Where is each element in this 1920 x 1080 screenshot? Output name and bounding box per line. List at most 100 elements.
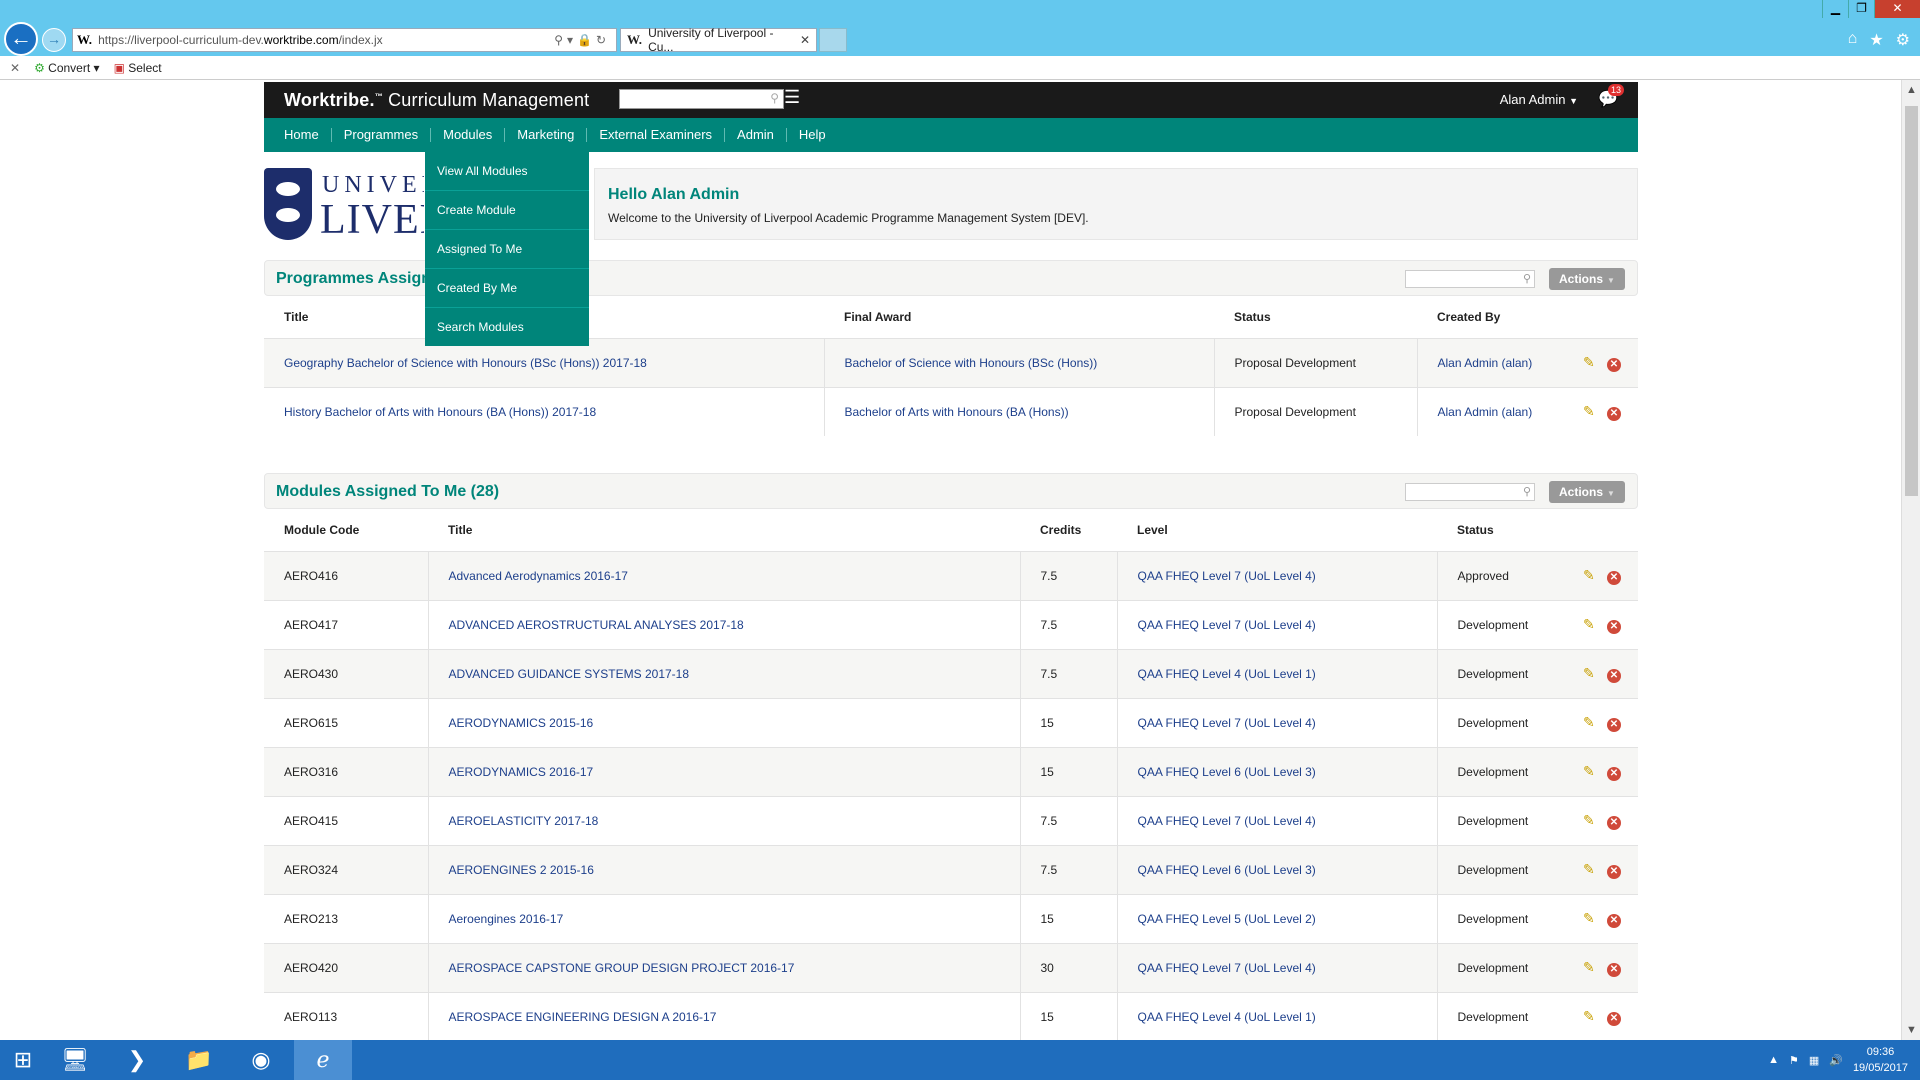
tray-expand-icon[interactable]: ▲ — [1768, 1054, 1779, 1066]
programmes-search-input[interactable]: ⚲ — [1405, 270, 1535, 288]
flag-icon[interactable]: ⚑ — [1789, 1054, 1799, 1067]
module-title-link[interactable]: AEROSPACE ENGINEERING DESIGN A 2016-17 — [428, 991, 1021, 1041]
col-created-by[interactable]: Created By — [1417, 296, 1577, 338]
level-link[interactable]: QAA FHEQ Level 7 (UoL Level 4) — [1117, 942, 1438, 992]
delete-icon[interactable]: ✕ — [1607, 815, 1621, 830]
created-by-link[interactable]: Alan Admin (alan) — [1417, 386, 1577, 436]
module-title-link[interactable]: AEROELASTICITY 2017-18 — [428, 795, 1021, 845]
global-search-input[interactable]: ⚲ — [619, 89, 784, 109]
nav-help[interactable]: Help — [787, 128, 838, 142]
page-scrollbar[interactable]: ▲ ▼ — [1901, 80, 1920, 1040]
programmes-actions-button[interactable]: Actions ▼ — [1549, 268, 1625, 290]
nav-marketing[interactable]: Marketing — [505, 128, 588, 142]
notifications-icon[interactable]: 💬 13 — [1598, 84, 1624, 109]
settings-gear-icon[interactable]: ⚙ — [1896, 30, 1910, 50]
volume-icon[interactable]: 🔊 — [1829, 1054, 1843, 1067]
nav-programmes[interactable]: Programmes — [332, 128, 432, 142]
address-tools-icon[interactable]: ⚲▾🔒↻ — [554, 33, 616, 47]
final-award-link[interactable]: Bachelor of Arts with Honours (BA (Hons)… — [824, 386, 1215, 436]
col-credits[interactable]: Credits — [1020, 509, 1117, 551]
nav-external-examiners[interactable]: External Examiners — [587, 128, 726, 142]
final-award-link[interactable]: Bachelor of Science with Honours (BSc (H… — [824, 337, 1215, 387]
back-arrow-icon[interactable]: ← — [4, 22, 38, 56]
nav-admin[interactable]: Admin — [725, 128, 787, 142]
module-title-link[interactable]: ADVANCED AEROSTRUCTURAL ANALYSES 2017-18 — [428, 599, 1021, 649]
delete-icon[interactable]: ✕ — [1607, 864, 1621, 879]
modules-actions-button[interactable]: Actions ▼ — [1549, 481, 1625, 503]
menu-hamburger-icon[interactable]: ☰ — [784, 88, 802, 108]
nav-home[interactable]: Home — [272, 128, 332, 142]
file-explorer-icon[interactable]: 📁 — [170, 1040, 228, 1080]
minimize-icon[interactable]: ▁ — [1822, 0, 1848, 18]
level-link[interactable]: QAA FHEQ Level 7 (UoL Level 4) — [1117, 599, 1438, 649]
new-tab-button[interactable] — [819, 28, 847, 52]
menu-create-module[interactable]: Create Module — [425, 191, 589, 230]
level-link[interactable]: QAA FHEQ Level 6 (UoL Level 3) — [1117, 844, 1438, 894]
home-icon[interactable]: ⌂ — [1848, 30, 1858, 50]
col-status[interactable]: Status — [1214, 296, 1417, 338]
edit-pencil-icon[interactable]: ✎ — [1583, 616, 1597, 633]
delete-icon[interactable]: ✕ — [1607, 357, 1621, 372]
level-link[interactable]: QAA FHEQ Level 4 (UoL Level 1) — [1117, 648, 1438, 698]
edit-pencil-icon[interactable]: ✎ — [1583, 910, 1597, 927]
module-title-link[interactable]: Advanced Aerodynamics 2016-17 — [428, 550, 1021, 600]
module-title-link[interactable]: Aeroengines 2016-17 — [428, 893, 1021, 943]
convert-button[interactable]: ⚙ Convert ▾ — [34, 61, 100, 75]
level-link[interactable]: QAA FHEQ Level 4 (UoL Level 1) — [1117, 991, 1438, 1041]
col-module-code[interactable]: Module Code — [264, 509, 428, 551]
module-title-link[interactable]: AEROSPACE CAPSTONE GROUP DESIGN PROJECT … — [428, 942, 1021, 992]
level-link[interactable]: QAA FHEQ Level 5 (UoL Level 2) — [1117, 893, 1438, 943]
menu-created-by-me[interactable]: Created By Me — [425, 269, 589, 308]
module-title-link[interactable]: AERODYNAMICS 2016-17 — [428, 746, 1021, 796]
powershell-icon[interactable]: ❯ — [108, 1040, 166, 1080]
delete-icon[interactable]: ✕ — [1607, 570, 1621, 585]
scrollbar-thumb[interactable] — [1905, 106, 1918, 496]
edit-pencil-icon[interactable]: ✎ — [1583, 763, 1597, 780]
tab-close-icon[interactable]: ✕ — [800, 33, 810, 47]
user-menu[interactable]: Alan Admin ▼ — [1500, 92, 1578, 107]
edit-pencil-icon[interactable]: ✎ — [1583, 354, 1597, 371]
brand-logo[interactable]: Worktribe.™ Curriculum Management — [284, 90, 589, 111]
level-link[interactable]: QAA FHEQ Level 7 (UoL Level 4) — [1117, 795, 1438, 845]
restore-icon[interactable]: ❐ — [1848, 0, 1874, 18]
level-link[interactable]: QAA FHEQ Level 7 (UoL Level 4) — [1117, 697, 1438, 747]
level-link[interactable]: QAA FHEQ Level 6 (UoL Level 3) — [1117, 746, 1438, 796]
created-by-link[interactable]: Alan Admin (alan) — [1417, 337, 1577, 387]
delete-icon[interactable]: ✕ — [1607, 962, 1621, 977]
edit-pencil-icon[interactable]: ✎ — [1583, 1008, 1597, 1025]
edit-pencil-icon[interactable]: ✎ — [1583, 714, 1597, 731]
menu-search-modules[interactable]: Search Modules — [425, 308, 589, 346]
close-bar-icon[interactable]: ✕ — [10, 61, 20, 75]
favorites-star-icon[interactable]: ★ — [1869, 30, 1883, 50]
start-windows-icon[interactable]: ⊞ — [0, 1040, 46, 1080]
browser-tab[interactable]: W. University of Liverpool - Cu... ✕ — [620, 26, 817, 54]
chrome-icon[interactable]: ◉ — [232, 1040, 290, 1080]
level-link[interactable]: QAA FHEQ Level 7 (UoL Level 4) — [1117, 550, 1438, 600]
edit-pencil-icon[interactable]: ✎ — [1583, 861, 1597, 878]
delete-icon[interactable]: ✕ — [1607, 619, 1621, 634]
internet-explorer-icon[interactable]: ℯ — [294, 1040, 352, 1080]
delete-icon[interactable]: ✕ — [1607, 406, 1621, 421]
edit-pencil-icon[interactable]: ✎ — [1583, 665, 1597, 682]
menu-view-all-modules[interactable]: View All Modules — [425, 152, 589, 191]
network-icon[interactable]: ▦ — [1809, 1054, 1819, 1067]
select-button[interactable]: ▣ Select — [114, 61, 162, 75]
scroll-up-icon[interactable]: ▲ — [1902, 84, 1920, 96]
col-title[interactable]: Title — [428, 509, 1020, 551]
delete-icon[interactable]: ✕ — [1607, 1011, 1621, 1026]
server-manager-icon[interactable]: 🖥 — [46, 1040, 104, 1080]
menu-assigned-to-me[interactable]: Assigned To Me — [425, 230, 589, 269]
close-window-icon[interactable]: ✕ — [1874, 0, 1920, 18]
module-title-link[interactable]: AEROENGINES 2 2015-16 — [428, 844, 1021, 894]
delete-icon[interactable]: ✕ — [1607, 717, 1621, 732]
delete-icon[interactable]: ✕ — [1607, 766, 1621, 781]
module-title-link[interactable]: AERODYNAMICS 2015-16 — [428, 697, 1021, 747]
programme-title-link[interactable]: History Bachelor of Arts with Honours (B… — [264, 386, 825, 436]
col-status[interactable]: Status — [1437, 509, 1577, 551]
edit-pencil-icon[interactable]: ✎ — [1583, 403, 1597, 420]
col-final-award[interactable]: Final Award — [824, 296, 1214, 338]
address-bar[interactable]: W. https://liverpool-curriculum-dev. work… — [72, 28, 617, 52]
edit-pencil-icon[interactable]: ✎ — [1583, 959, 1597, 976]
col-level[interactable]: Level — [1117, 509, 1437, 551]
module-title-link[interactable]: ADVANCED GUIDANCE SYSTEMS 2017-18 — [428, 648, 1021, 698]
